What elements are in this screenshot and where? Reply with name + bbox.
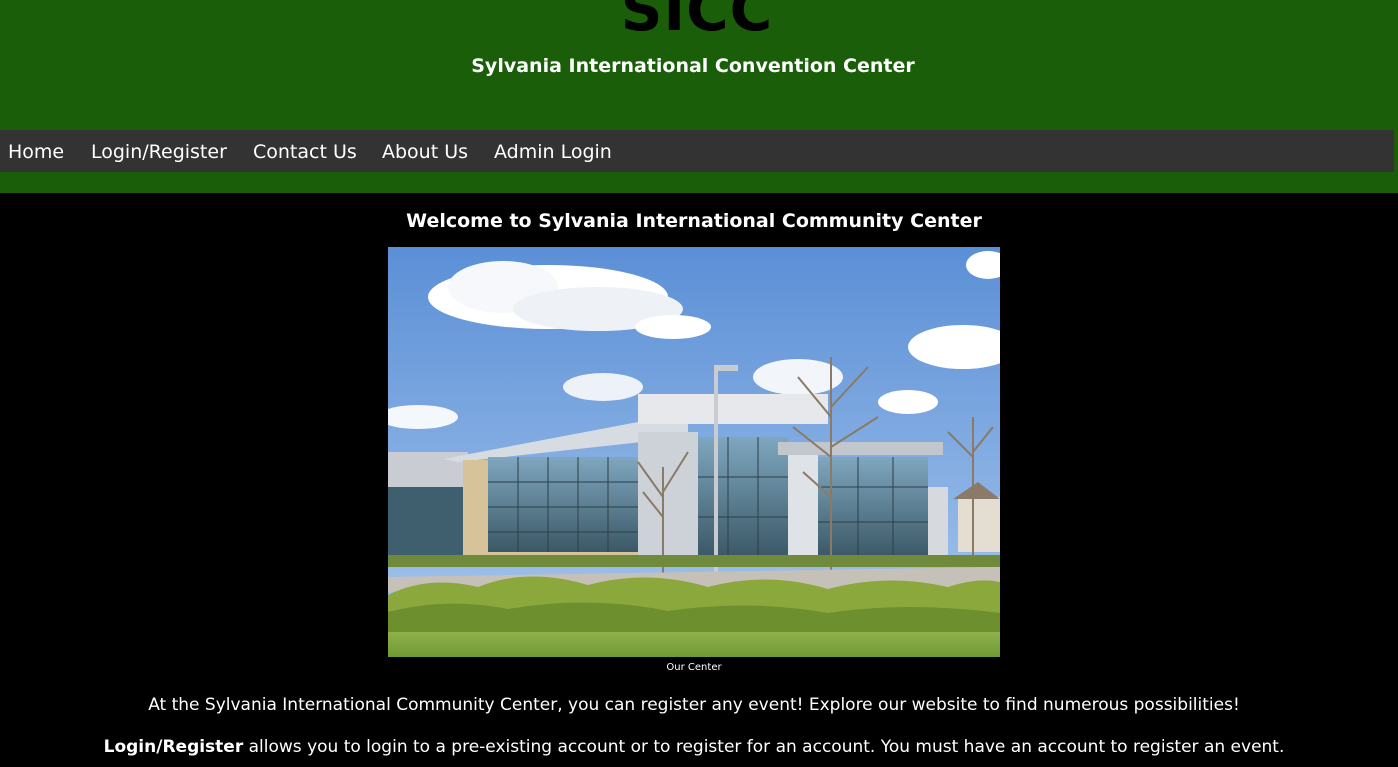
nav-login-register-link[interactable]: Login/Register — [91, 130, 227, 172]
image-caption: Our Center — [666, 662, 722, 673]
login-register-label: Login/Register — [103, 737, 244, 757]
convention-center-photo — [388, 247, 1000, 657]
site-subtitle: Sylvania International Convention Center — [471, 55, 915, 77]
site-logo: SICC — [620, 0, 774, 44]
site-header: SICC Sylvania International Convention C… — [0, 0, 1398, 193]
intro-paragraph: At the Sylvania International Community … — [148, 695, 1240, 715]
login-info-paragraph: Login/Register allows you to login to a … — [0, 735, 1388, 759]
nav-home-link[interactable]: Home — [8, 130, 64, 172]
nav-contact-us-link[interactable]: Contact Us — [253, 130, 357, 172]
nav-admin-login-link[interactable]: Admin Login — [494, 130, 612, 172]
main-navigation: Home Login/Register Contact Us About Us … — [0, 130, 1394, 172]
welcome-heading: Welcome to Sylvania International Commun… — [406, 210, 982, 232]
login-info-text: allows you to login to a pre-existing ac… — [243, 737, 1285, 757]
nav-about-us-link[interactable]: About Us — [382, 130, 468, 172]
